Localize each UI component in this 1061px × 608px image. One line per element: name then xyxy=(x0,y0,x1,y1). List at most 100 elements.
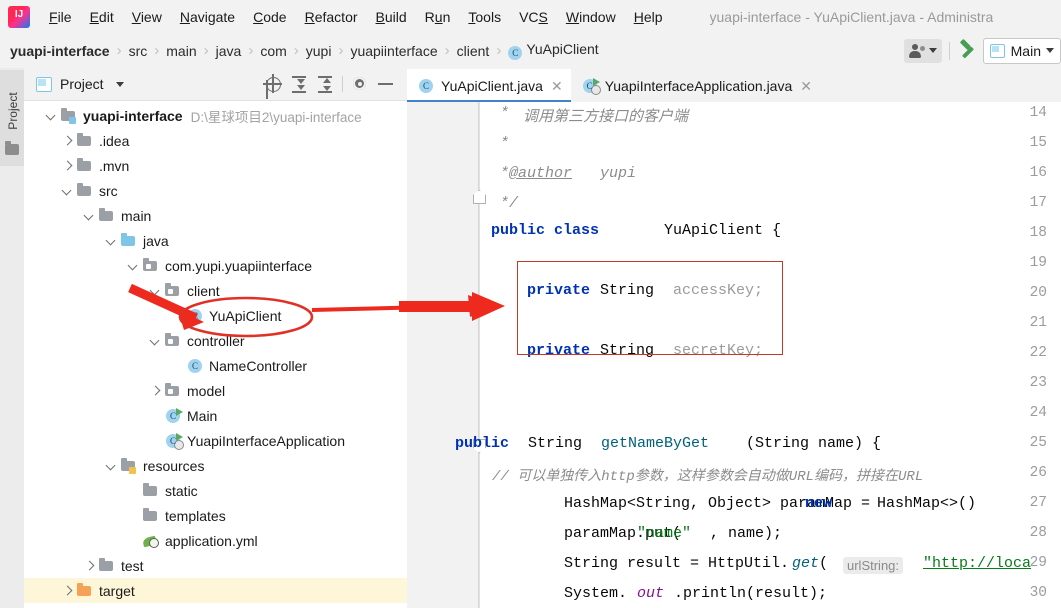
hammer-build-icon[interactable] xyxy=(957,40,979,62)
tree-row-namecontroller[interactable]: NameController xyxy=(24,353,407,378)
close-icon[interactable]: ✕ xyxy=(551,79,563,93)
tree-item-label: java xyxy=(143,232,169,249)
tree-row-controller[interactable]: controller xyxy=(24,328,407,353)
breadcrumb-item-4[interactable]: com xyxy=(260,43,286,59)
editor-tab-yuapiinterfaceapplication[interactable]: YuapiInterfaceApplication.java ✕ xyxy=(570,69,820,102)
tree-row-templates[interactable]: templates xyxy=(24,503,407,528)
breadcrumb-item-3[interactable]: java xyxy=(216,43,242,59)
close-icon[interactable]: ✕ xyxy=(800,79,812,93)
tool-tab-project-label: Project xyxy=(6,92,20,130)
breadcrumb-item-2[interactable]: main xyxy=(166,43,196,59)
tree-row-yuapiclient[interactable]: YuApiClient xyxy=(24,303,407,328)
user-account-button[interactable] xyxy=(903,38,942,63)
menu-item-edit[interactable]: Edit xyxy=(81,7,123,27)
chevron-right-icon[interactable] xyxy=(148,383,164,399)
tree-row-idea[interactable]: .idea xyxy=(24,128,407,153)
tree-row-mvn[interactable]: .mvn xyxy=(24,153,407,178)
folder-grey-icon xyxy=(76,132,94,149)
toolbar-divider xyxy=(948,41,950,60)
collapse-all-icon[interactable] xyxy=(312,72,338,96)
chevron-down-icon[interactable] xyxy=(126,258,142,274)
tree-row-main-class[interactable]: Main xyxy=(24,403,407,428)
menu-item-view[interactable]: View xyxy=(123,7,171,27)
menu-item-vcs[interactable]: VCS xyxy=(510,7,557,27)
tree-row-package[interactable]: com.yupi.yuapiinterface xyxy=(24,253,407,278)
menu-item-file[interactable]: File xyxy=(40,7,81,27)
editor-gutter[interactable] xyxy=(407,102,480,608)
project-panel-header: Project xyxy=(24,68,407,101)
editor-tab-yuapiclient[interactable]: YuApiClient.java ✕ xyxy=(407,69,571,102)
code-line-31-out: out xyxy=(637,585,665,602)
tree-row-main[interactable]: main xyxy=(24,203,407,228)
code-line-17: */ xyxy=(491,195,519,212)
editor-tab-bar: YuApiClient.java ✕ YuapiInterfaceApplica… xyxy=(407,68,1061,102)
breadcrumb-item-5[interactable]: yupi xyxy=(306,43,332,59)
menu-item-navigate[interactable]: Navigate xyxy=(171,7,244,27)
menu-item-build[interactable]: Build xyxy=(367,7,416,27)
breadcrumb-item-7[interactable]: client xyxy=(457,43,490,59)
tree-item-label: target xyxy=(99,582,135,599)
chevron-right-icon[interactable] xyxy=(60,133,76,149)
settings-gear-icon[interactable] xyxy=(347,72,373,96)
chevron-right-icon[interactable] xyxy=(82,558,98,574)
code-line-30-paren: ( xyxy=(819,555,838,572)
breadcrumb-item-0[interactable]: yuapi-interface xyxy=(10,43,110,59)
chevron-down-icon[interactable] xyxy=(82,208,98,224)
tree-row-target[interactable]: target xyxy=(24,578,407,603)
breadcrumb-item-6[interactable]: yuapiinterface xyxy=(350,43,437,59)
expand-all-icon[interactable] xyxy=(286,72,312,96)
menu-item-code[interactable]: Code xyxy=(244,7,295,27)
menu-label-file: ile xyxy=(57,8,72,25)
chevron-down-icon[interactable] xyxy=(44,108,60,124)
window-title: yuapi-interface - YuApiClient.java - Adm… xyxy=(709,8,994,25)
breadcrumb-item-class[interactable]: C YuApiClient xyxy=(508,41,599,60)
menu-item-refactor[interactable]: Refactor xyxy=(296,7,367,27)
tree-item-label: Main xyxy=(187,407,218,424)
select-opened-file-icon[interactable] xyxy=(260,72,286,96)
chevron-down-icon[interactable] xyxy=(104,458,120,474)
chevron-right-icon[interactable] xyxy=(60,583,76,599)
code-line-29-b: , name); xyxy=(710,525,783,542)
project-panel-title: Project xyxy=(60,76,104,92)
chevron-down-icon[interactable] xyxy=(104,233,120,249)
tree-row-src[interactable]: src xyxy=(24,178,407,203)
menu-item-run[interactable]: Run xyxy=(416,7,460,27)
code-editor[interactable]: 14 15 16 17 18 19 20 21 22 23 24 25 26 2… xyxy=(407,102,1061,608)
line-number: 23 xyxy=(1029,375,1047,391)
chevron-right-icon[interactable] xyxy=(60,158,76,174)
line-number: 20 xyxy=(1029,285,1047,301)
chevron-down-icon[interactable] xyxy=(60,183,76,199)
tree-row-test[interactable]: test xyxy=(24,553,407,578)
tree-row-static[interactable]: static xyxy=(24,478,407,503)
tree-item-label: test xyxy=(121,557,144,574)
tree-item-label: .idea xyxy=(99,132,130,149)
tree-root-path: D:\星球项目2\yuapi-interface xyxy=(190,109,362,125)
tree-row-client[interactable]: client xyxy=(24,278,407,303)
folder-grey-icon xyxy=(142,482,160,499)
menu-item-window[interactable]: Window xyxy=(557,7,625,27)
fold-region-line xyxy=(478,102,479,608)
breadcrumb-item-1[interactable]: src xyxy=(129,43,148,59)
menu-item-tools[interactable]: Tools xyxy=(459,7,510,27)
application-icon xyxy=(989,43,1005,58)
tree-row-resources[interactable]: resources xyxy=(24,453,407,478)
tree-item-label: templates xyxy=(165,507,226,524)
hide-minimize-icon[interactable] xyxy=(373,72,399,96)
line-number: 22 xyxy=(1029,345,1047,361)
line-number: 15 xyxy=(1029,135,1047,151)
tree-row-root[interactable]: yuapi-interface D:\星球项目2\yuapi-interface xyxy=(24,103,407,128)
tree-row-java[interactable]: java xyxy=(24,228,407,253)
chevron-down-icon[interactable] xyxy=(115,81,124,87)
breadcrumb-class-label: YuApiClient xyxy=(526,41,599,57)
menu-item-help[interactable]: Help xyxy=(625,7,672,27)
tree-item-label: client xyxy=(187,282,220,299)
chevron-down-icon[interactable] xyxy=(148,333,164,349)
tree-row-springboot-app[interactable]: YuapiInterfaceApplication xyxy=(24,428,407,453)
chevron-down-icon[interactable] xyxy=(148,283,164,299)
breadcrumb-separator: › xyxy=(154,42,160,59)
tree-row-application-yml[interactable]: application.yml xyxy=(24,528,407,553)
code-line-30-url: "http://loca xyxy=(923,555,1032,572)
tool-tab-project[interactable]: Project xyxy=(0,70,24,166)
tree-row-model[interactable]: model xyxy=(24,378,407,403)
run-configuration-selector[interactable]: Main xyxy=(982,37,1061,64)
